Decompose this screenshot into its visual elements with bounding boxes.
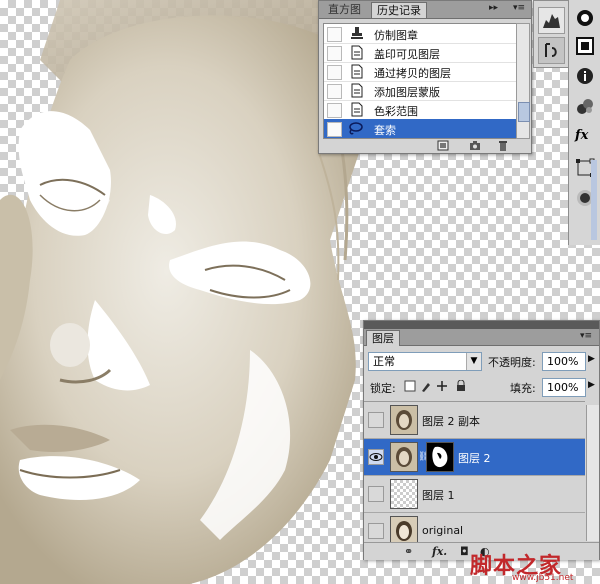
tab-layers[interactable]: 图层 — [366, 330, 400, 346]
tab-history[interactable]: 历史记录 — [371, 2, 427, 18]
visibility-toggle[interactable] — [368, 523, 384, 539]
layer-row-layer2-copy[interactable]: 图层 2 副本 — [364, 402, 585, 439]
fill-value: 100% — [547, 381, 579, 394]
fill-arrow-icon[interactable]: ▶ — [588, 380, 595, 390]
styles-panel-icon[interactable] — [575, 96, 595, 116]
history-panel-tabbar: 直方图 历史记录 ▸▸ ▾≡ — [319, 1, 531, 19]
camera-snapshot-icon[interactable] — [469, 140, 481, 151]
layer-name: original — [422, 524, 464, 537]
layer-row-layer2[interactable]: ⛓ 图层 2 — [364, 439, 585, 476]
history-doc-icon — [351, 45, 363, 60]
history-item-color-range[interactable]: 色彩范围 — [324, 100, 516, 120]
history-snapshot-checkbox[interactable] — [327, 65, 342, 80]
history-item-label: 套索 — [374, 124, 396, 137]
opacity-arrow-icon[interactable]: ▶ — [588, 354, 595, 364]
layers-panel: 图层 ▾≡ 正常 ▼ 不透明度: 100% ▶ 锁定: 填充: 100% ▶ 图… — [363, 320, 600, 560]
opacity-value: 100% — [547, 355, 579, 368]
layer-styles-fx-icon[interactable]: fx — [575, 128, 595, 148]
panel-menu-icon[interactable]: ▾≡ — [580, 331, 592, 341]
right-panel-strip: fx — [568, 0, 600, 245]
history-doc-icon — [351, 83, 363, 98]
lock-position-icon — [437, 381, 447, 391]
swatches-panel-icon[interactable] — [575, 36, 595, 56]
collapse-arrows-icon[interactable]: ▸▸ — [489, 3, 498, 13]
collapsed-panel-dock — [533, 0, 569, 68]
history-item-label: 色彩范围 — [374, 105, 418, 118]
history-doc-icon — [351, 64, 363, 79]
history-snapshot-checkbox[interactable] — [327, 27, 342, 42]
strip-scrollbar[interactable] — [591, 160, 597, 240]
history-item-label: 通过拷贝的图层 — [374, 67, 451, 80]
link-layers-icon[interactable]: ⚭ — [404, 545, 413, 558]
history-panel-footer — [319, 139, 531, 153]
layers-list: 图层 2 副本 ⛓ 图层 2 图层 1 original — [364, 401, 585, 550]
layer-thumbnail — [390, 405, 418, 435]
lock-label: 锁定: — [370, 382, 396, 395]
visibility-toggle[interactable] — [368, 486, 384, 502]
history-item-add-layer-mask[interactable]: 添加图层蒙版 — [324, 81, 516, 101]
layer-name: 图层 2 副本 — [422, 415, 480, 428]
history-item-layer-via-copy[interactable]: 通过拷贝的图层 — [324, 62, 516, 82]
tab-histogram[interactable]: 直方图 — [323, 2, 366, 17]
layers-panel-tabbar: 图层 ▾≡ — [364, 329, 599, 346]
layer-thumbnail — [390, 442, 418, 472]
panel-menu-icon[interactable]: ▾≡ — [513, 3, 525, 13]
color-panel-icon[interactable] — [575, 8, 595, 28]
history-doc-icon — [351, 102, 363, 117]
history-snapshot-checkbox[interactable] — [327, 46, 342, 61]
layer-name: 图层 2 — [458, 452, 491, 465]
history-snapshot-checkbox[interactable] — [327, 103, 342, 118]
layer-name: 图层 1 — [422, 489, 455, 502]
visibility-toggle[interactable] — [368, 449, 384, 465]
history-item-label: 添加图层蒙版 — [374, 86, 440, 99]
lasso-icon — [349, 122, 363, 135]
layer-thumbnail — [390, 479, 418, 509]
history-snapshot-checkbox[interactable] — [327, 84, 342, 99]
watermark-url: www.jb51.net — [512, 573, 574, 583]
history-item-lasso[interactable]: 套索 — [324, 119, 516, 138]
layer-mask-thumbnail[interactable] — [426, 442, 454, 472]
history-snapshot-checkbox[interactable] — [327, 122, 342, 137]
layers-panel-grip[interactable] — [364, 321, 599, 329]
layer-row-layer1[interactable]: 图层 1 — [364, 476, 585, 513]
lock-paint-icon — [422, 383, 430, 392]
opacity-label: 不透明度: — [488, 356, 536, 369]
trash-icon[interactable] — [497, 140, 509, 151]
add-mask-icon[interactable]: ◘ — [460, 545, 469, 558]
blend-mode-value: 正常 — [373, 355, 395, 368]
history-panel-icon[interactable] — [538, 37, 565, 64]
visibility-toggle[interactable] — [368, 412, 384, 428]
lock-transparent-icon — [404, 380, 416, 392]
fill-field[interactable]: 100% — [542, 378, 586, 397]
history-item-clone-stamp[interactable]: 仿制图章 — [324, 24, 516, 44]
history-item-label: 盖印可见图层 — [374, 48, 440, 61]
blend-mode-select[interactable]: 正常 ▼ — [368, 352, 482, 371]
layers-scrollbar[interactable] — [586, 405, 599, 541]
history-list: 仿制图章 盖印可见图层 通过拷贝的图层 添加图层蒙版 色彩范围 套索 — [323, 23, 517, 139]
add-layer-style-fx-icon[interactable]: fx. — [432, 545, 447, 558]
history-scroll-thumb[interactable] — [518, 102, 530, 122]
histogram-panel-icon[interactable] — [538, 7, 565, 34]
eye-icon — [369, 453, 383, 461]
fill-label: 填充: — [510, 382, 536, 395]
lock-options — [404, 380, 465, 392]
history-panel: 直方图 历史记录 ▸▸ ▾≡ 仿制图章 盖印可见图层 通过拷贝的图层 添加图层蒙… — [318, 0, 532, 154]
opacity-field[interactable]: 100% — [542, 352, 586, 371]
stamp-icon — [351, 27, 363, 39]
new-document-from-state-icon[interactable] — [437, 140, 449, 151]
lock-all-icon — [457, 385, 465, 391]
history-item-label: 仿制图章 — [374, 29, 418, 42]
chevron-down-icon[interactable]: ▼ — [466, 353, 481, 370]
history-scrollbar[interactable] — [516, 23, 530, 139]
history-item-stamp-visible[interactable]: 盖印可见图层 — [324, 43, 516, 63]
info-panel-icon[interactable] — [575, 66, 595, 86]
